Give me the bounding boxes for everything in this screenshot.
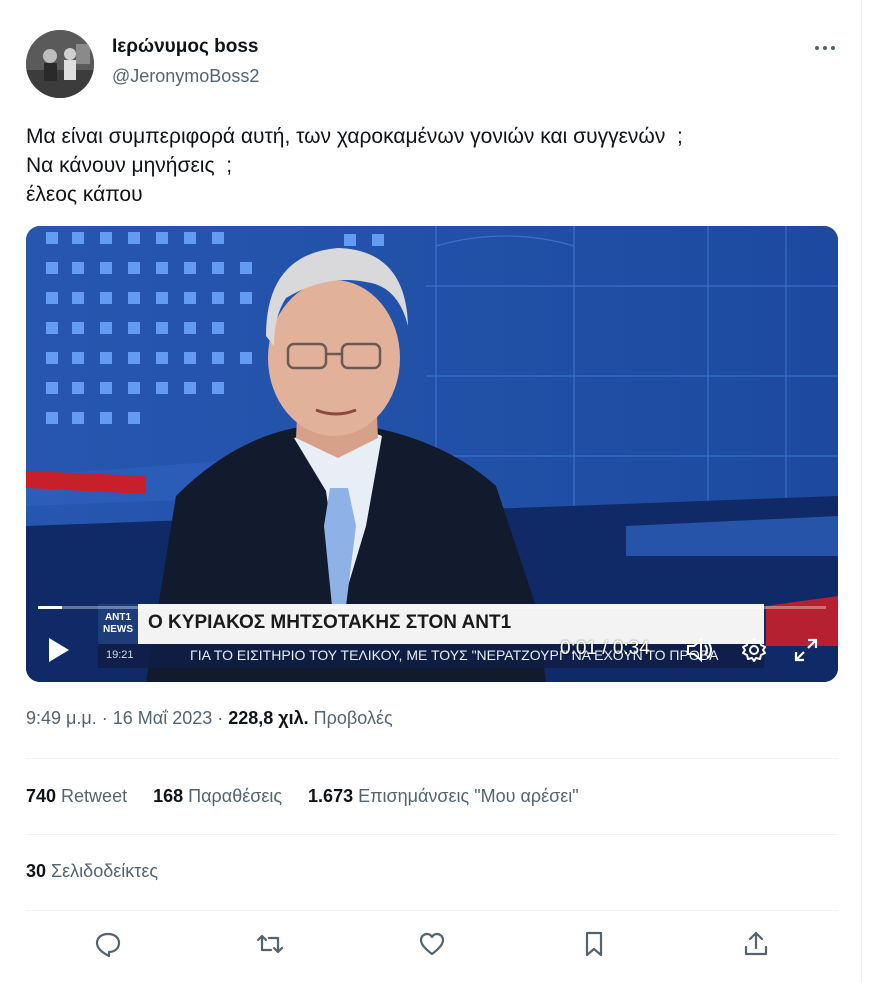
divider bbox=[26, 758, 838, 759]
bookmarks-stat: 30 Σελιδοδείκτες bbox=[26, 861, 158, 882]
news-headline: Ο ΚΥΡΙΑΚΟΣ ΜΗΤΣΟΤΑΚΗΣ ΣΤΟΝ ΑΝΤ1 bbox=[148, 612, 512, 633]
like-icon bbox=[419, 932, 445, 956]
likes-label: Επισημάνσεις "Μου αρέσει" bbox=[353, 786, 579, 806]
retweet-button[interactable] bbox=[252, 926, 288, 962]
fullscreen-button[interactable] bbox=[792, 636, 820, 664]
share-button[interactable] bbox=[738, 926, 774, 962]
video-timecode: 0:01 / 0:34 bbox=[560, 638, 650, 659]
video-progress-fill bbox=[38, 606, 62, 609]
author-handle[interactable]: @JeronymoBoss2 bbox=[112, 66, 259, 87]
engagement-stats: 740 Retweet 168 Παραθέσεις 1.673 Επισημάνσ… bbox=[26, 786, 605, 807]
tweet-text-line: Μα είναι συμπεριφορά αυτή, των χαροκαμέν… bbox=[26, 125, 683, 148]
more-options-button[interactable] bbox=[810, 34, 840, 62]
retweets-count: 740 bbox=[26, 786, 57, 806]
tweet-text: Μα είναι συμπεριφορά αυτή, των χαροκαμέν… bbox=[26, 122, 826, 209]
author-name[interactable]: Ιερώνυμος boss bbox=[112, 36, 258, 58]
divider bbox=[26, 910, 838, 911]
divider bbox=[26, 834, 838, 835]
bookmarks-count: 30 bbox=[26, 861, 47, 881]
settings-gear-icon bbox=[742, 638, 766, 662]
quotes-label: Παραθέσεις bbox=[183, 786, 283, 806]
ticker-time: 19:21 bbox=[106, 649, 134, 661]
reply-button[interactable] bbox=[90, 926, 126, 962]
action-bar bbox=[26, 922, 838, 966]
bookmark-icon bbox=[585, 931, 603, 957]
likes-count: 1.673 bbox=[308, 786, 354, 806]
bookmarks-label: Σελιδοδείκτες bbox=[46, 861, 159, 881]
channel-logo: ANT1 NEWS bbox=[98, 604, 138, 644]
more-horizontal-icon bbox=[815, 46, 835, 50]
play-button[interactable] bbox=[46, 636, 72, 664]
video-player[interactable]: ANT1 NEWS Ο ΚΥΡΙΑΚΟΣ ΜΗΤΣΟΤΑΚΗΣ ΣΤΟΝ ΑΝΤ… bbox=[26, 226, 838, 682]
tweet-text-line: έλεος κάπου bbox=[26, 183, 143, 206]
bookmark-button[interactable] bbox=[576, 926, 612, 962]
like-button[interactable] bbox=[414, 926, 450, 962]
tweet-card: Ιερώνυμος boss @JeronymoBoss2 Μα είναι σ… bbox=[0, 0, 862, 983]
likes-stat[interactable]: 1.673 Επισημάνσεις "Μου αρέσει" bbox=[308, 786, 579, 807]
volume-icon bbox=[687, 637, 712, 663]
avatar[interactable] bbox=[26, 30, 94, 98]
retweets-stat[interactable]: 740 Retweet bbox=[26, 786, 127, 807]
quotes-count: 168 bbox=[153, 786, 184, 806]
quotes-stat[interactable]: 168 Παραθέσεις bbox=[153, 786, 282, 807]
retweet-icon bbox=[256, 934, 284, 954]
timestamp[interactable]: 9:49 μ.μ. · 16 Μαΐ 2023 · bbox=[26, 708, 228, 728]
play-icon bbox=[49, 638, 69, 662]
settings-button[interactable] bbox=[740, 636, 768, 664]
views-label: Προβολές bbox=[308, 708, 393, 728]
reply-icon bbox=[95, 932, 121, 958]
tweet-meta: 9:49 μ.μ. · 16 Μαΐ 2023 · 228,8 χιλ. Προ… bbox=[26, 708, 393, 729]
tweet-text-line: Να κάνουν μηνήσεις ; bbox=[26, 154, 233, 177]
share-icon bbox=[744, 931, 768, 956]
fullscreen-icon bbox=[794, 638, 818, 662]
video-progress-bar[interactable] bbox=[38, 606, 826, 609]
retweets-label: Retweet bbox=[56, 786, 128, 806]
volume-button[interactable] bbox=[686, 637, 714, 663]
views-count: 228,8 χιλ. bbox=[228, 708, 309, 728]
